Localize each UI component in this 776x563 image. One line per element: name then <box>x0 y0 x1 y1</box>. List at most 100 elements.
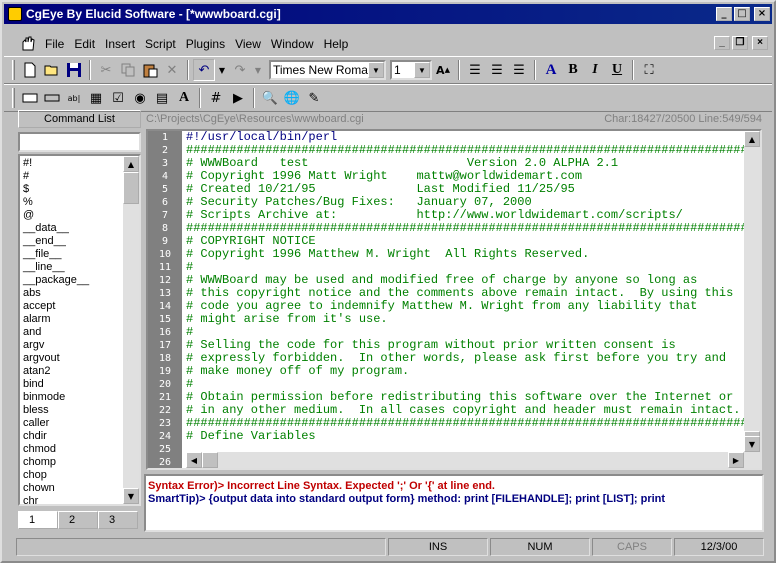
command-item[interactable]: atan2 <box>23 365 139 378</box>
command-item[interactable]: bless <box>23 404 139 417</box>
menu-file[interactable]: File <box>40 37 69 51</box>
globe-icon[interactable]: 🌐 <box>281 87 303 109</box>
scroll-up-icon[interactable]: ▲ <box>123 156 139 172</box>
command-item[interactable]: __data__ <box>23 222 139 235</box>
command-item[interactable]: and <box>23 326 139 339</box>
copy-icon[interactable] <box>117 59 139 81</box>
table-icon[interactable]: ▦ <box>85 87 107 109</box>
radio-icon[interactable]: ◉ <box>129 87 151 109</box>
command-item[interactable]: chop <box>23 469 139 482</box>
zoom-icon[interactable]: 🔍 <box>259 87 281 109</box>
command-item[interactable]: chr <box>23 495 139 504</box>
command-item[interactable]: argv <box>23 339 139 352</box>
scroll-thumb[interactable] <box>202 452 218 468</box>
code-area[interactable]: #!/usr/local/bin/perl ###################… <box>186 131 744 468</box>
scroll-thumb[interactable] <box>123 172 139 204</box>
command-item[interactable]: __file__ <box>23 248 139 261</box>
command-item[interactable]: % <box>23 196 139 209</box>
open-folder-icon[interactable] <box>41 59 63 81</box>
command-item[interactable]: chmod <box>23 443 139 456</box>
save-icon[interactable] <box>63 59 85 81</box>
command-item[interactable]: bind <box>23 378 139 391</box>
command-item[interactable]: alarm <box>23 313 139 326</box>
code-line[interactable]: # might arise from it's use. <box>186 313 744 326</box>
chevron-down-icon[interactable]: ▼ <box>414 62 430 78</box>
hash-icon[interactable]: # <box>205 87 227 109</box>
tab-3[interactable]: 3 <box>98 511 138 529</box>
tab-2[interactable]: 2 <box>58 511 98 529</box>
menu-plugins[interactable]: Plugins <box>181 37 230 51</box>
code-editor[interactable]: 1 2 3 4 5 6 7 8 9 10 11 12 13 14 15 16 17 18 19 20 21 22 23 24 2… <box>146 129 762 470</box>
child-close-button[interactable]: × <box>752 36 768 50</box>
cut-icon[interactable]: ✂ <box>95 59 117 81</box>
delete-icon[interactable]: ✕ <box>161 59 183 81</box>
align-center-icon[interactable]: ☰ <box>486 59 508 81</box>
new-file-icon[interactable] <box>19 59 41 81</box>
maximize-button[interactable]: □ <box>734 7 750 21</box>
code-line[interactable]: # make money off of my program. <box>186 365 744 378</box>
chevron-down-icon[interactable]: ▼ <box>368 62 384 78</box>
command-search-input[interactable] <box>18 132 141 152</box>
underline-button[interactable]: U <box>606 59 628 81</box>
minimize-button[interactable]: _ <box>716 7 732 21</box>
command-item[interactable]: #! <box>23 157 139 170</box>
list-icon[interactable]: ▤ <box>151 87 173 109</box>
redo-icon[interactable]: ↷ <box>229 59 251 81</box>
command-item[interactable]: __end__ <box>23 235 139 248</box>
checkbox-icon[interactable]: ☑ <box>107 87 129 109</box>
textbox-icon[interactable] <box>19 87 41 109</box>
menu-view[interactable]: View <box>230 37 266 51</box>
code-line[interactable]: # Define Variables <box>186 430 744 443</box>
anchor-text-icon[interactable]: A <box>173 87 195 109</box>
command-item[interactable]: caller <box>23 417 139 430</box>
italic-button[interactable]: I <box>584 59 606 81</box>
menu-window[interactable]: Window <box>266 37 319 51</box>
command-list-scrollbar[interactable]: ▲ ▼ <box>123 156 139 504</box>
editor-horizontal-scrollbar[interactable]: ◀ ▶ <box>186 452 744 468</box>
command-item[interactable]: binmode <box>23 391 139 404</box>
bold-button[interactable]: B <box>562 59 584 81</box>
font-size-grow-icon[interactable]: A ▲ <box>432 59 454 81</box>
undo-icon[interactable]: ↶ <box>193 59 215 81</box>
child-minimize-button[interactable]: _ <box>714 36 730 50</box>
font-name-select[interactable]: Times New Roman ▼ <box>269 60 386 80</box>
undo-dropdown-icon[interactable]: ▼ <box>215 59 229 81</box>
command-item[interactable]: abs <box>23 287 139 300</box>
command-item[interactable]: # <box>23 170 139 183</box>
command-item[interactable]: chomp <box>23 456 139 469</box>
child-restore-button[interactable]: ❐ <box>732 36 748 50</box>
font-size-select[interactable]: 1 ▼ <box>390 60 432 80</box>
document-hand-icon[interactable] <box>20 36 36 52</box>
scroll-up-icon[interactable]: ▲ <box>744 131 760 147</box>
menu-insert[interactable]: Insert <box>100 37 140 51</box>
menu-edit[interactable]: Edit <box>69 37 100 51</box>
scroll-left-icon[interactable]: ◀ <box>186 452 202 468</box>
toolbar-grip[interactable] <box>12 60 15 80</box>
button-icon[interactable] <box>41 87 63 109</box>
scroll-right-icon[interactable]: ▶ <box>728 452 744 468</box>
command-item[interactable]: __line__ <box>23 261 139 274</box>
editor-vertical-scrollbar[interactable]: ▲ ▼ <box>744 131 760 468</box>
tab-1[interactable]: 1 <box>18 511 58 529</box>
toolbar-grip[interactable] <box>12 88 15 108</box>
command-item[interactable]: chdir <box>23 430 139 443</box>
command-item[interactable]: accept <box>23 300 139 313</box>
redo-dropdown-icon[interactable]: ▼ <box>251 59 265 81</box>
menu-script[interactable]: Script <box>140 37 181 51</box>
paste-icon[interactable] <box>139 59 161 81</box>
align-right-icon[interactable]: ☰ <box>508 59 530 81</box>
code-line[interactable]: # Copyright 1996 Matthew M. Wright All R… <box>186 248 744 261</box>
command-item[interactable]: $ <box>23 183 139 196</box>
command-list[interactable]: #! # $% @ __data__ __end__ __file__ __line__ __p… <box>18 154 141 506</box>
find-binoculars-icon[interactable]: ⛶ <box>638 59 660 81</box>
scroll-down-icon[interactable]: ▼ <box>123 488 139 504</box>
command-item[interactable]: __package__ <box>23 274 139 287</box>
command-item[interactable]: chown <box>23 482 139 495</box>
textarea-icon[interactable]: ab| <box>63 87 85 109</box>
run-icon[interactable]: ▶ <box>227 87 249 109</box>
menu-help[interactable]: Help <box>319 37 354 51</box>
command-item[interactable]: @ <box>23 209 139 222</box>
command-item[interactable]: argvout <box>23 352 139 365</box>
font-color-button[interactable]: A <box>540 59 562 81</box>
close-button[interactable]: × <box>754 7 770 21</box>
